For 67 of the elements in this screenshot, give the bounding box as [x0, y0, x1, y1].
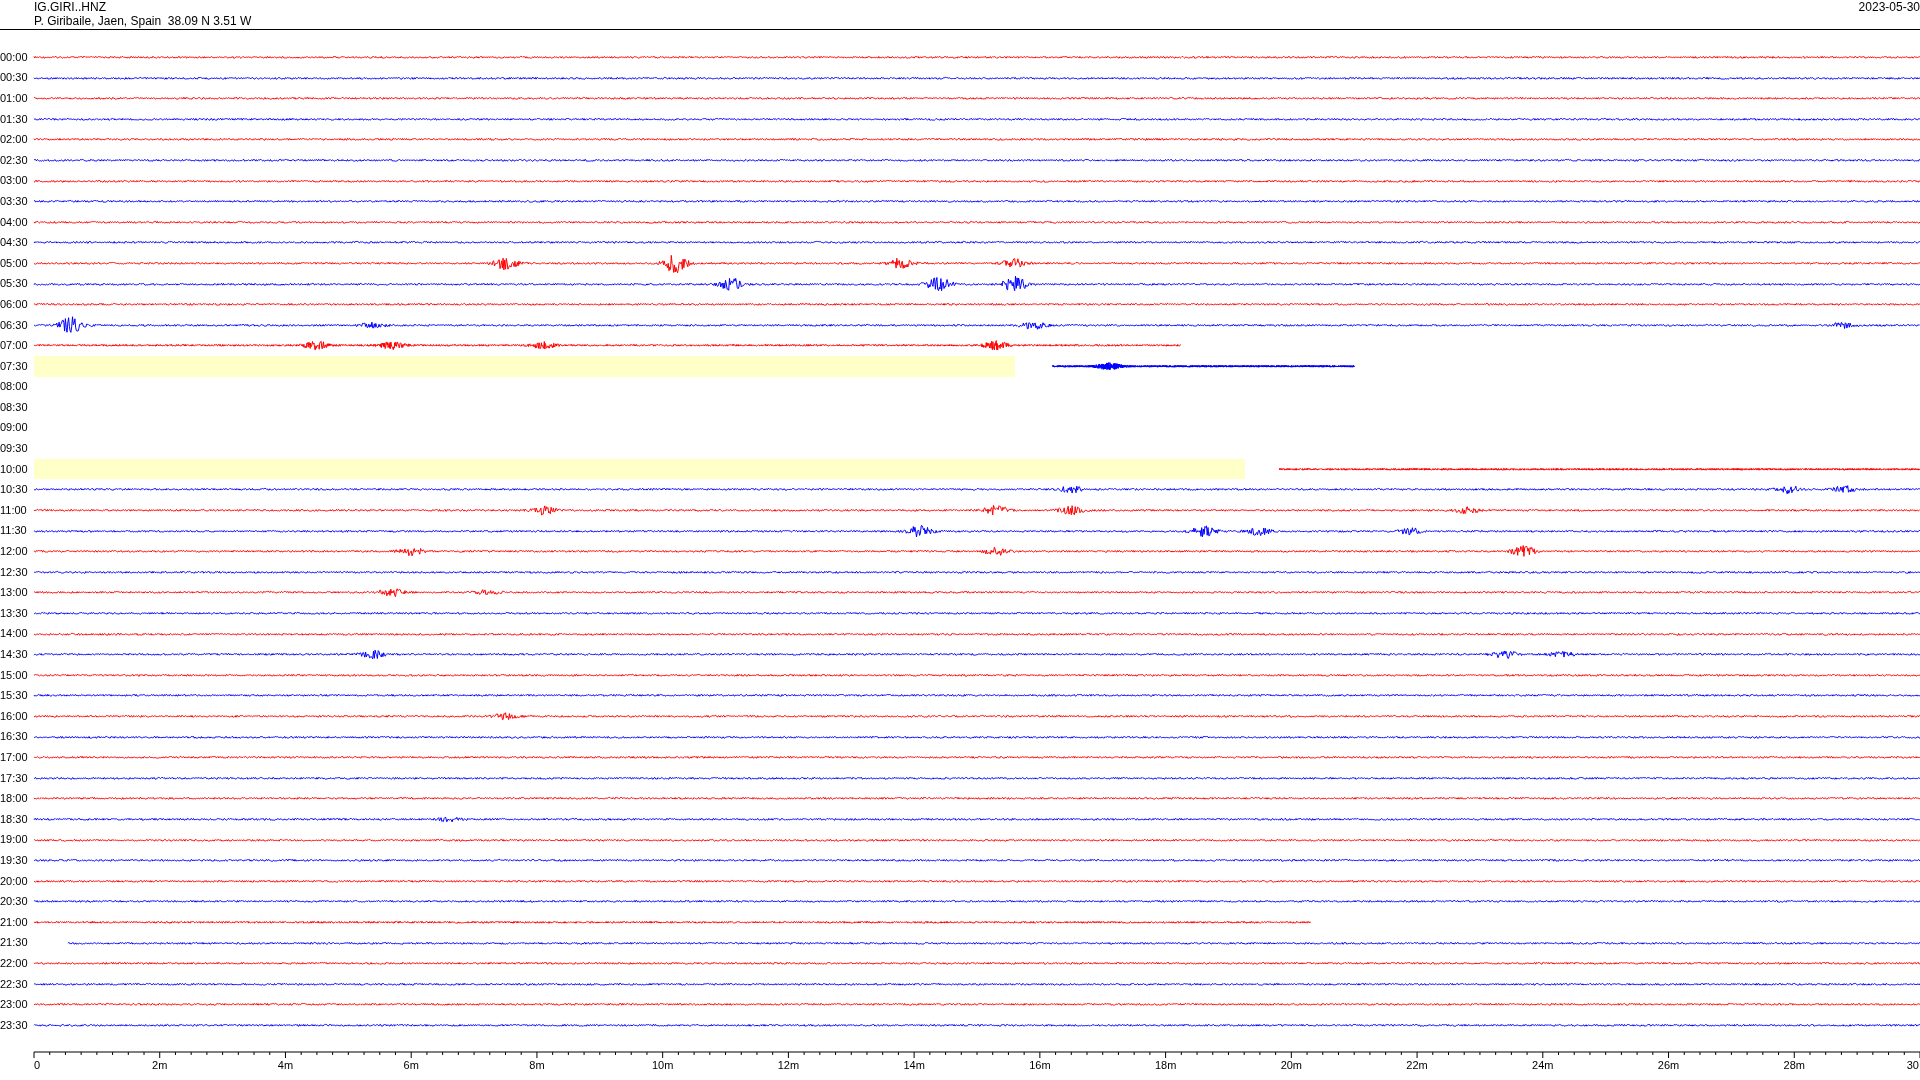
axis-tick-label: 2m — [152, 1058, 168, 1071]
axis-tick-label: 28m — [1783, 1058, 1805, 1071]
station-location: P. Giribaile, Jaen, Spain 38.09 N 3.51 W — [34, 14, 252, 28]
time-label: 13:00 — [0, 587, 29, 599]
time-label: 14:30 — [0, 649, 29, 660]
time-label: 16:30 — [0, 731, 29, 743]
axis-tick-label: 22m — [1406, 1058, 1428, 1071]
axis-tick-label: 10m — [651, 1058, 674, 1071]
time-label: 22:30 — [0, 978, 29, 990]
time-label: 16:00 — [0, 710, 29, 722]
plot-date: 2023-05-30 — [1858, 0, 1920, 14]
time-label: 07:00 — [0, 340, 29, 352]
time-label: 10:00 — [0, 463, 29, 475]
axis-tick-label: 20m — [1280, 1058, 1303, 1071]
time-label: 19:00 — [0, 834, 29, 846]
time-label: 13:30 — [0, 607, 29, 619]
time-label: 20:30 — [0, 896, 29, 908]
axis-tick-label: 24m — [1532, 1058, 1554, 1071]
axis-tick-label: 4m — [277, 1058, 294, 1071]
time-label: 11:00 — [0, 504, 28, 516]
time-label: 14:00 — [0, 628, 29, 640]
time-label: 10:30 — [0, 484, 29, 496]
time-label: 08:30 — [0, 401, 29, 413]
time-label: 00:00 — [0, 51, 29, 63]
axis-tick-label: 26m — [1657, 1058, 1680, 1071]
axis-tick-label: 14m — [903, 1058, 925, 1071]
axis-tick-label: 8m — [529, 1058, 545, 1071]
time-label: 09:00 — [0, 422, 29, 434]
time-label: 21:30 — [0, 937, 29, 949]
axis-tick-label: 6m — [403, 1058, 419, 1071]
axis-tick-label: 12m — [777, 1058, 800, 1071]
time-label: 19:30 — [0, 854, 29, 866]
axis-tick-label: 0 — [34, 1058, 41, 1071]
time-label: 15:30 — [0, 690, 29, 702]
time-label: 01:00 — [0, 93, 29, 104]
time-label: 04:00 — [0, 216, 29, 228]
time-label: 02:00 — [0, 134, 29, 146]
time-label: 12:00 — [0, 546, 29, 558]
axis-tick-label: 18m — [1154, 1058, 1177, 1071]
time-label: 05:00 — [0, 257, 29, 269]
time-label: 08:00 — [0, 381, 29, 393]
time-label: 21:00 — [0, 916, 29, 928]
time-label: 23:00 — [0, 999, 29, 1011]
time-label: 22:00 — [0, 957, 29, 969]
time-label: 12:30 — [0, 566, 29, 578]
time-label: 23:30 — [0, 1019, 29, 1031]
time-label: 15:00 — [0, 669, 29, 681]
axis-tick-label: 30 — [1906, 1058, 1919, 1071]
axis-tick-label: 16m — [1029, 1058, 1051, 1071]
time-label: 03:00 — [0, 175, 29, 187]
station-code: IG.GIRI..HNZ — [34, 0, 106, 14]
time-label: 04:30 — [0, 237, 29, 249]
time-label: 00:30 — [0, 72, 29, 84]
time-label: 11:30 — [0, 525, 28, 537]
time-label: 17:00 — [0, 752, 29, 763]
time-label: 18:30 — [0, 813, 29, 825]
time-label: 05:30 — [0, 278, 29, 290]
time-label: 06:00 — [0, 298, 29, 310]
time-label: 01:30 — [0, 113, 29, 125]
time-label: 02:30 — [0, 154, 29, 166]
time-label: 20:00 — [0, 875, 29, 887]
time-label: 06:30 — [0, 319, 29, 331]
time-label: 17:30 — [0, 772, 29, 784]
time-label: 18:00 — [0, 793, 29, 805]
time-label: 07:30 — [0, 360, 29, 372]
time-label: 03:30 — [0, 195, 29, 207]
time-label: 09:30 — [0, 443, 29, 455]
